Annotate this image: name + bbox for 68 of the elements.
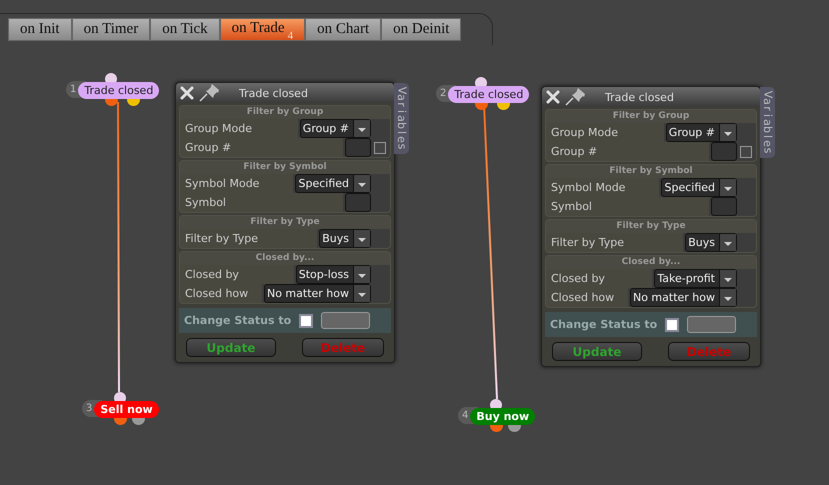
dropdown[interactable]: Take-profit — [654, 269, 737, 288]
caret-icon — [719, 124, 736, 141]
input-field[interactable] — [711, 197, 737, 216]
event-tab[interactable]: on Deinit — [381, 18, 462, 41]
field-label: Symbol Mode — [546, 178, 660, 197]
field-label: Closed how — [180, 284, 262, 303]
field-label: Symbol Mode — [180, 174, 294, 193]
dropdown[interactable]: Stop-loss — [296, 265, 371, 284]
dropdown[interactable]: Buys — [319, 229, 371, 248]
status-label: Change Status to — [184, 314, 292, 327]
event-tab[interactable]: on Timer — [72, 18, 150, 41]
event-tab[interactable]: on Chart — [305, 18, 382, 41]
checkbox[interactable] — [740, 146, 752, 158]
input-field[interactable] — [321, 312, 370, 329]
status-label: Change Status to — [550, 318, 658, 331]
event-tab[interactable]: on Tick — [150, 18, 220, 41]
field-label: Closed by — [180, 265, 294, 284]
section-heading: Closed by... — [180, 252, 390, 265]
field-label: Closed by — [546, 269, 652, 288]
caret-icon — [719, 270, 736, 287]
input-field[interactable] — [687, 316, 736, 333]
checkbox[interactable] — [299, 314, 314, 328]
variables-tab[interactable]: Variables — [760, 87, 775, 158]
dropdown[interactable]: No matter how — [264, 284, 371, 303]
caret-icon — [353, 175, 370, 192]
input-field[interactable] — [711, 142, 737, 161]
checkbox[interactable] — [374, 142, 386, 154]
node-label[interactable]: Sell now — [94, 401, 159, 418]
node-label[interactable]: Buy now — [470, 408, 536, 425]
field-label: Group Mode — [546, 123, 664, 142]
field-label: Symbol — [546, 197, 709, 216]
node-label[interactable]: Trade closed — [448, 86, 530, 103]
section-heading: Closed by... — [546, 256, 756, 269]
close-icon[interactable] — [545, 89, 561, 105]
section-heading: Filter by Type — [546, 220, 756, 233]
dropdown[interactable]: Buys — [685, 233, 737, 252]
node-label[interactable]: Trade closed — [78, 82, 160, 99]
checkbox[interactable] — [665, 318, 680, 332]
section-heading: Filter by Symbol — [546, 165, 756, 178]
caret-icon — [353, 120, 370, 137]
field-label: Closed how — [546, 288, 628, 307]
dropdown[interactable]: Specified — [295, 174, 371, 193]
event-tab[interactable]: on Trade $_{4}$ — [220, 18, 306, 41]
section-heading: Filter by Group — [546, 110, 756, 123]
dropdown[interactable]: Specified — [661, 178, 737, 197]
caret-icon — [719, 179, 736, 196]
pin-icon[interactable] — [564, 88, 586, 106]
caret-icon — [353, 266, 370, 283]
field-label: Group # — [180, 138, 343, 157]
dropdown[interactable]: No matter how — [630, 288, 737, 307]
field-label: Symbol — [180, 193, 343, 212]
field-label: Group Mode — [180, 119, 298, 138]
panel-title: Trade closed — [605, 90, 674, 104]
close-icon[interactable] — [179, 85, 195, 101]
input-field[interactable] — [345, 138, 371, 157]
section-heading: Filter by Group — [180, 106, 390, 119]
input-field[interactable] — [345, 193, 371, 212]
field-label: Group # — [546, 142, 709, 161]
panel-title: Trade closed — [239, 86, 308, 100]
variables-tab[interactable]: Variables — [394, 83, 409, 154]
pin-icon[interactable] — [198, 84, 220, 102]
dropdown[interactable]: Group # — [666, 123, 737, 142]
field-label: Filter by Type — [546, 233, 684, 252]
section-heading: Filter by Symbol — [180, 161, 390, 174]
section-heading: Filter by Type — [180, 216, 390, 229]
event-tab[interactable]: on Init — [8, 18, 72, 41]
dropdown[interactable]: Group # — [300, 119, 371, 138]
field-label: Filter by Type — [180, 229, 318, 248]
